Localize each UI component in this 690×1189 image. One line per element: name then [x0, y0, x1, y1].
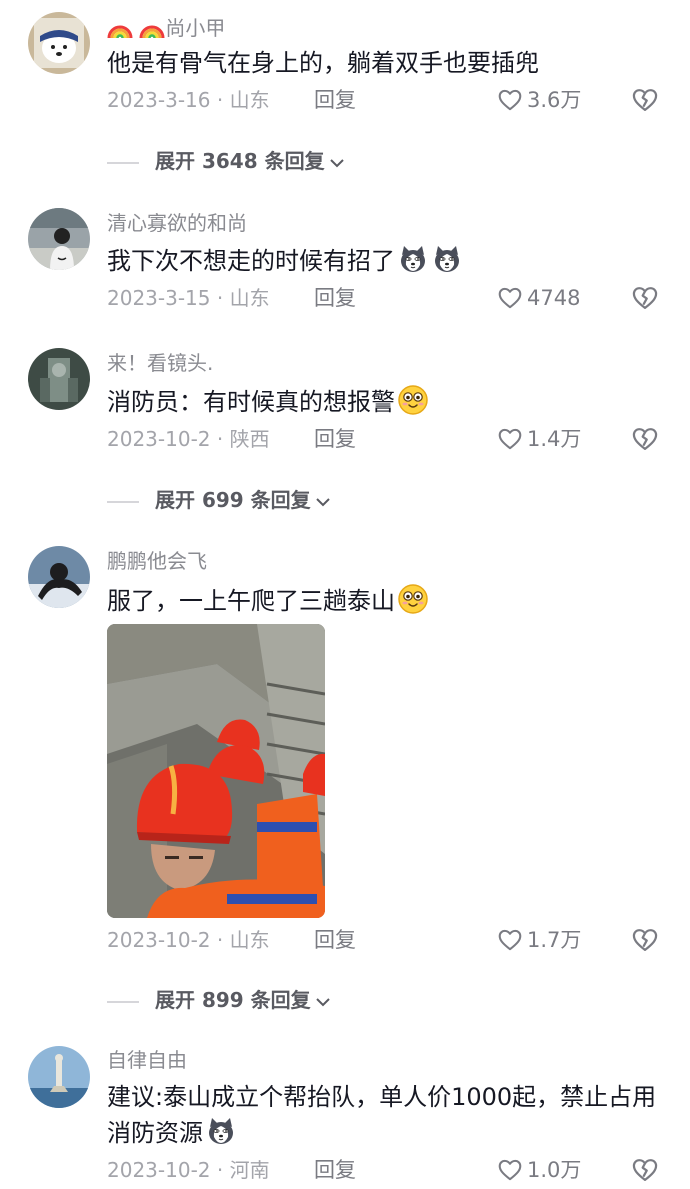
like-count: 3.6万	[527, 88, 582, 112]
smile-emoji	[397, 384, 429, 416]
expand-replies-button[interactable]: 展开 699 条回复	[107, 485, 331, 515]
reply-button[interactable]: 回复	[314, 282, 356, 314]
heart-icon	[497, 426, 523, 452]
smile-emoji	[397, 583, 429, 615]
avatar[interactable]	[28, 348, 90, 410]
comment-meta: 2023-10-2 · 陕西 回复 1.4万	[107, 423, 690, 455]
like-button[interactable]: 3.6万	[497, 84, 597, 116]
like-button[interactable]: 1.7万	[497, 924, 597, 956]
comment-text: 消防员：有时候真的想报警	[107, 384, 654, 420]
dislike-icon[interactable]	[631, 1156, 659, 1184]
username[interactable]: 来！看镜头.	[107, 351, 213, 375]
chevron-down-icon	[315, 497, 330, 506]
heart-icon	[497, 87, 523, 113]
avatar[interactable]	[28, 208, 90, 270]
heart-icon	[497, 927, 523, 953]
rainbow-icon	[107, 14, 133, 40]
comment-meta: 2023-3-16 · 山东 回复 3.6万	[107, 84, 690, 116]
rainbow-icon	[139, 14, 165, 40]
username[interactable]: 自律自由	[107, 1048, 187, 1072]
like-count: 1.0万	[527, 1158, 582, 1182]
heart-icon	[497, 285, 523, 311]
expand-replies-button[interactable]: 展开 899 条回复	[107, 985, 331, 1015]
date-location: 2023-10-2 · 陕西	[107, 427, 270, 451]
avatar[interactable]	[28, 546, 90, 608]
comment-image[interactable]	[107, 624, 325, 918]
dislike-icon[interactable]	[631, 926, 659, 954]
comment-text: 我下次不想走的时候有招了	[107, 243, 654, 279]
husky-emoji	[397, 243, 429, 275]
comment-text: 他是有骨气在身上的，躺着双手也要插兜	[107, 49, 539, 77]
chevron-down-icon	[329, 158, 344, 167]
date-location: 2023-3-16 · 山东	[107, 88, 270, 112]
dislike-icon[interactable]	[631, 425, 659, 453]
comment-meta: 2023-10-2 · 河南 回复 1.0万	[107, 1154, 690, 1186]
firefighters-on-stairs-photo	[107, 624, 325, 918]
like-count: 1.7万	[527, 928, 582, 952]
reply-button[interactable]: 回复	[314, 84, 356, 116]
username[interactable]: 清心寡欲的和尚	[107, 211, 247, 235]
divider-dash	[107, 161, 139, 164]
date-location: 2023-3-15 · 山东	[107, 286, 270, 310]
like-count: 1.4万	[527, 427, 582, 451]
husky-emoji	[431, 243, 463, 275]
date-location: 2023-10-2 · 山东	[107, 928, 270, 952]
avatar[interactable]	[28, 1046, 90, 1108]
heart-icon	[497, 1157, 523, 1183]
comment-text: 服了，一上午爬了三趟泰山	[107, 583, 654, 619]
comment-meta: 2023-3-15 · 山东 回复 4748	[107, 282, 690, 314]
avatar[interactable]	[28, 12, 90, 74]
like-button[interactable]: 1.4万	[497, 423, 597, 455]
dislike-icon[interactable]	[631, 86, 659, 114]
chevron-down-icon	[315, 997, 330, 1006]
username[interactable]: 鹏鹏他会飞	[107, 549, 207, 573]
reply-button[interactable]: 回复	[314, 423, 356, 455]
divider-dash	[107, 500, 139, 503]
like-button[interactable]: 4748	[497, 282, 597, 314]
reply-button[interactable]: 回复	[314, 1154, 356, 1186]
username[interactable]: 尚小甲	[107, 14, 225, 40]
expand-replies-button[interactable]: 展开 3648 条回复	[107, 146, 345, 176]
like-button[interactable]: 1.0万	[497, 1154, 597, 1186]
comment-meta: 2023-10-2 · 山东 回复 1.7万	[107, 924, 690, 956]
divider-dash	[107, 1000, 139, 1003]
date-location: 2023-10-2 · 河南	[107, 1158, 270, 1182]
dislike-icon[interactable]	[631, 284, 659, 312]
husky-emoji	[205, 1115, 237, 1147]
reply-button[interactable]: 回复	[314, 924, 356, 956]
like-count: 4748	[527, 286, 581, 310]
comment-text: 建议:泰山成立个帮抬队，单人价1000起，禁止占用消防资源	[107, 1083, 657, 1147]
